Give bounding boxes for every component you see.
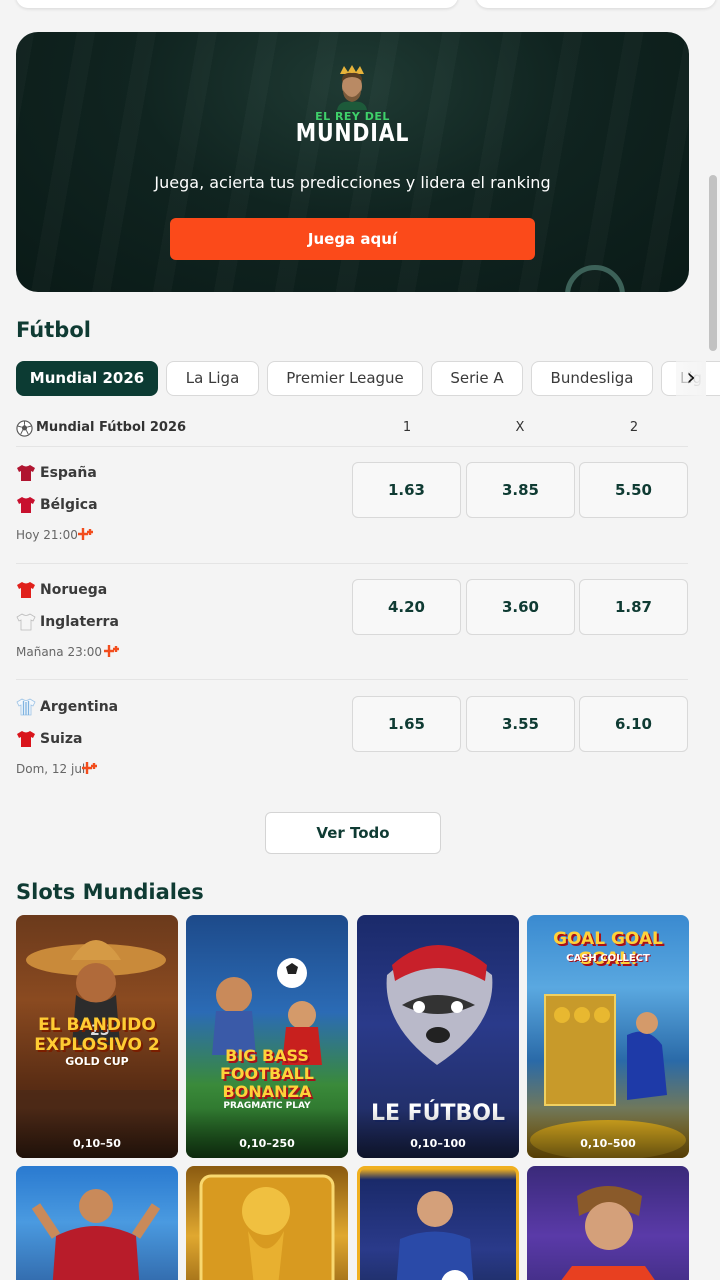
match-row[interactable]: España Bélgica Hoy 21:00 1.63 3.85 5.50 [16, 462, 688, 562]
rey-del-mundial-banner[interactable]: EL REY DEL MUNDIAL Juega, acierta tus pr… [16, 32, 689, 292]
tab-la-liga[interactable]: La Liga [166, 361, 259, 396]
team-name: Argentina [40, 699, 119, 715]
slots-section-title: Slots Mundiales [16, 880, 204, 904]
league-tabs: Mundial 2026 La Liga Premier League Seri… [16, 361, 720, 396]
match-time: Dom, 12 jul [16, 762, 86, 776]
league-header: Mundial Fútbol 2026 1 X 2 [16, 418, 688, 440]
match-row[interactable]: Noruega Inglaterra Mañana 23:00 4.20 3.6… [16, 579, 688, 679]
card-shade [357, 1108, 519, 1158]
slot-card-big-bass[interactable]: BIG BASS FOOTBALL BONANZA PRAGMATIC PLAY… [186, 915, 348, 1158]
slot-title: EL BANDIDO EXPLOSIVO 2 [34, 1015, 160, 1055]
team-name: España [40, 465, 97, 481]
team-name: Inglaterra [40, 614, 119, 630]
tab-premier-league[interactable]: Premier League [267, 361, 423, 396]
soccer-ball-icon [16, 420, 33, 437]
slot-title: BIG BASS FOOTBALL BONANZA [219, 1046, 314, 1101]
bet-builder-icon [78, 528, 93, 540]
card-shade [527, 1108, 689, 1158]
card-shade [186, 1108, 348, 1158]
match-time: Mañana 23:00 [16, 645, 103, 659]
bet-range: 0,10–50 [73, 1137, 121, 1150]
slot-subtitle: GOLD CUP [65, 1055, 129, 1068]
shirt-red-icon [17, 497, 35, 513]
shirt-red-icon [17, 731, 35, 747]
col-head-1: 1 [402, 420, 412, 435]
divider [16, 563, 688, 564]
odd-button-home[interactable]: 1.63 [352, 462, 461, 518]
divider [16, 446, 688, 447]
team-name: Suiza [40, 731, 83, 747]
spin-artwork [561, 1186, 655, 1280]
slot-card-spin[interactable] [527, 1166, 689, 1280]
tab-serie-a[interactable]: Serie A [431, 361, 523, 396]
team-name: Noruega [40, 582, 108, 598]
odd-button-home[interactable]: 4.20 [352, 579, 461, 635]
slot-card-trophy[interactable] [186, 1166, 348, 1280]
slot-card-player[interactable] [16, 1166, 178, 1280]
trophy-artwork [199, 1174, 335, 1280]
ver-todo-button[interactable]: Ver Todo [265, 812, 441, 854]
juega-aqui-button[interactable]: Juega aquí [170, 218, 535, 260]
bet-range: 0,10–500 [580, 1137, 636, 1150]
slot-card-goal-goal-goal[interactable]: GOAL GOAL GOAL! CASH COLLECT 0,10–500 [527, 915, 689, 1158]
bet-builder-icon [104, 645, 119, 657]
bet-range: 0,10–100 [410, 1137, 466, 1150]
odd-button-draw[interactable]: 3.55 [466, 696, 575, 752]
tab-mundial-2026[interactable]: Mundial 2026 [16, 361, 158, 396]
odd-button-away[interactable]: 1.87 [579, 579, 688, 635]
shirt-red-icon [17, 465, 35, 481]
divider [16, 679, 688, 680]
shirt-red-icon [17, 582, 35, 598]
top-card-right[interactable] [476, 0, 716, 8]
slot-subtitle: CASH COLLECT [566, 953, 650, 964]
player-artwork [31, 1189, 161, 1280]
odd-button-away[interactable]: 5.50 [579, 462, 688, 518]
shirt-striped-icon [16, 698, 36, 716]
team-name: Bélgica [40, 497, 98, 513]
chevron-right-icon[interactable]: › [676, 361, 706, 396]
card-shade [16, 1108, 178, 1158]
slot-card-le-futbol[interactable]: LE FÚTBOL 0,10–100 [357, 915, 519, 1158]
logo-title: MUNDIAL [295, 118, 410, 147]
slot-card-bandido[interactable]: 25 EL BANDIDO EXPLOSIVO 2 GOLD CUP 0,10–… [16, 915, 178, 1158]
kick-artwork [396, 1191, 474, 1280]
slot-card-kick[interactable] [357, 1166, 519, 1280]
odd-button-draw[interactable]: 3.60 [466, 579, 575, 635]
futbol-section-title: Fútbol [16, 318, 91, 342]
odd-button-away[interactable]: 6.10 [579, 696, 688, 752]
col-head-x: X [515, 420, 525, 435]
banner-tagline: Juega, acierta tus predicciones y lidera… [154, 173, 551, 192]
tab-bundesliga[interactable]: Bundesliga [531, 361, 653, 396]
odd-button-draw[interactable]: 3.85 [466, 462, 575, 518]
league-name: Mundial Fútbol 2026 [36, 420, 187, 435]
col-head-2: 2 [629, 420, 639, 435]
king-head-icon [337, 65, 367, 110]
top-card-left[interactable] [16, 0, 458, 8]
scrollbar-thumb[interactable] [709, 175, 717, 351]
bet-range: 0,10–250 [239, 1137, 295, 1150]
shirt-white-icon [16, 613, 36, 631]
match-time: Hoy 21:00 [16, 528, 78, 542]
bet-builder-icon [82, 762, 97, 774]
odd-button-home[interactable]: 1.65 [352, 696, 461, 752]
match-row[interactable]: Argentina Suiza Dom, 12 jul 1.65 3.55 6.… [16, 696, 688, 796]
